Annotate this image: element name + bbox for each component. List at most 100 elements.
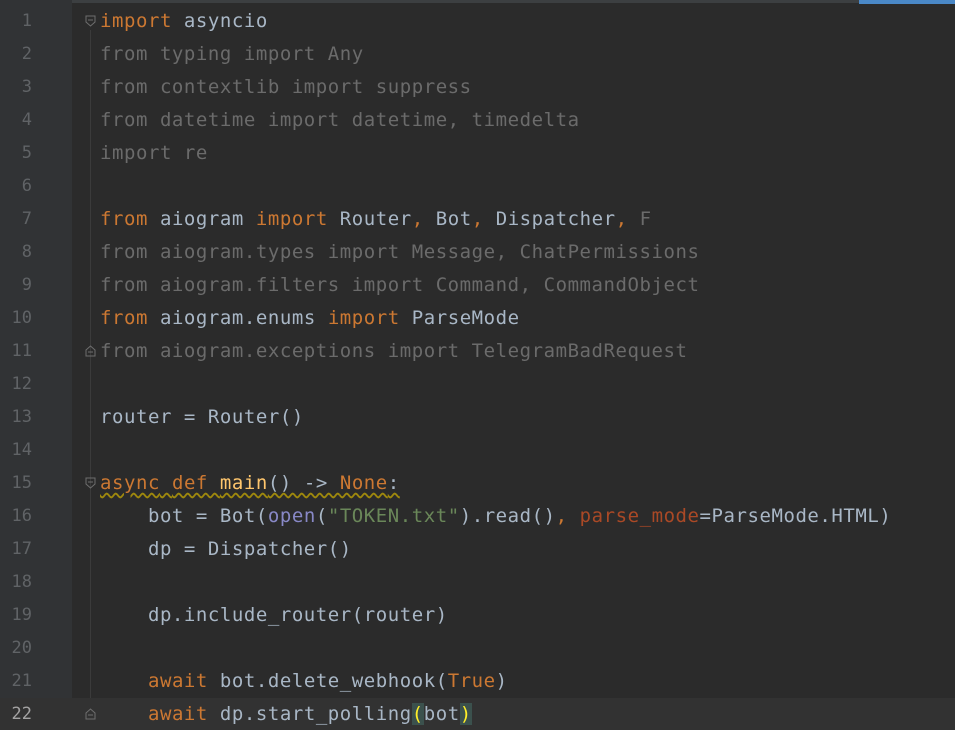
line-number[interactable]: 19 — [0, 599, 32, 632]
code-line[interactable]: 19 dp.include_router(router) — [0, 599, 955, 632]
line-number[interactable]: 14 — [0, 434, 32, 467]
code-text[interactable]: from contextlib import suppress — [100, 71, 472, 104]
line-number[interactable]: 11 — [0, 335, 32, 368]
code-text[interactable]: await bot.delete_webhook(True) — [100, 665, 508, 698]
code-line[interactable]: 21 await bot.delete_webhook(True) — [0, 665, 955, 698]
code-text[interactable]: async def main() -> None: — [100, 467, 400, 500]
line-number[interactable]: 2 — [0, 38, 32, 71]
scroll-indicator[interactable] — [859, 0, 955, 4]
code-text[interactable]: from aiogram.types import Message, ChatP… — [100, 236, 699, 269]
fold-marker-icon[interactable] — [85, 477, 96, 489]
line-number[interactable]: 21 — [0, 665, 32, 698]
line-number[interactable]: 10 — [0, 302, 32, 335]
line-number[interactable]: 13 — [0, 401, 32, 434]
code-text[interactable]: from aiogram.exceptions import TelegramB… — [100, 335, 687, 368]
code-token: Bot — [423, 208, 472, 230]
code-text[interactable]: from typing import Any — [100, 38, 364, 71]
code-token: import — [327, 307, 400, 329]
code-token: ( — [315, 505, 328, 527]
line-number[interactable]: 9 — [0, 269, 32, 302]
code-token: F — [627, 208, 652, 230]
code-line[interactable]: 11 from aiogram.exceptions import Telegra… — [0, 335, 955, 368]
line-number[interactable]: 3 — [0, 71, 32, 104]
code-token: bot.delete_webhook( — [207, 670, 448, 692]
code-token: True — [447, 670, 496, 692]
code-line[interactable]: 1 import asyncio — [0, 5, 955, 38]
code-line[interactable]: 20 — [0, 632, 955, 665]
code-token: , — [471, 208, 484, 230]
code-token: aiogram.enums — [147, 307, 328, 329]
line-number[interactable]: 22 — [0, 698, 32, 730]
code-token: ) — [495, 670, 508, 692]
code-token: =ParseMode.HTML) — [699, 505, 892, 527]
code-token: import — [100, 10, 172, 32]
code-text[interactable]: dp.include_router(router) — [100, 599, 448, 632]
line-number[interactable]: 6 — [0, 170, 32, 203]
code-text[interactable]: import re — [100, 137, 208, 170]
code-token: from aiogram.exceptions import TelegramB… — [100, 340, 688, 362]
line-number[interactable]: 20 — [0, 632, 32, 665]
line-number[interactable]: 5 — [0, 137, 32, 170]
code-text[interactable]: from aiogram.enums import ParseMode — [100, 302, 520, 335]
code-token: from contextlib import suppress — [100, 76, 472, 98]
code-text[interactable]: from datetime import datetime, timedelta — [100, 104, 580, 137]
line-number[interactable]: 17 — [0, 533, 32, 566]
code-token: Router — [327, 208, 412, 230]
code-token: ParseMode — [399, 307, 520, 329]
code-line[interactable]: 4 from datetime import datetime, timedelt… — [0, 104, 955, 137]
code-line[interactable]: 12 — [0, 368, 955, 401]
line-number[interactable]: 18 — [0, 566, 32, 599]
code-line[interactable]: 22 await dp.start_polling(bot) — [0, 698, 955, 730]
code-token: dp.include_router(router) — [100, 604, 448, 626]
code-token: parse_mode — [579, 505, 700, 527]
code-line[interactable]: 18 — [0, 566, 955, 599]
code-token: () -> — [267, 472, 340, 494]
code-line[interactable]: 3 from contextlib import suppress — [0, 71, 955, 104]
code-token: router = Router() — [100, 406, 304, 428]
code-token: def — [171, 472, 208, 494]
code-token: , — [555, 505, 568, 527]
code-line[interactable]: 17 dp = Dispatcher() — [0, 533, 955, 566]
fold-marker-icon[interactable] — [85, 15, 96, 27]
code-text[interactable]: bot = Bot(open("TOKEN.txt").read(), pars… — [100, 500, 891, 533]
code-token: from typing import Any — [100, 43, 364, 65]
line-number[interactable]: 4 — [0, 104, 32, 137]
code-text[interactable]: from aiogram import Router, Bot, Dispatc… — [100, 203, 652, 236]
code-editor[interactable]: 1 import asyncio 2 from typing import Any 3 f… — [0, 0, 955, 730]
code-line[interactable]: 15 async def main() -> None: — [0, 467, 955, 500]
code-text[interactable]: await dp.start_polling(bot) — [100, 698, 472, 730]
code-token: Dispatcher — [483, 208, 616, 230]
line-number[interactable]: 15 — [0, 467, 32, 500]
code-line[interactable]: 6 — [0, 170, 955, 203]
code-line[interactable]: 7 from aiogram import Router, Bot, Dispat… — [0, 203, 955, 236]
code-line[interactable]: 10 from aiogram.enums import ParseMode — [0, 302, 955, 335]
code-token: from — [100, 307, 148, 329]
line-number[interactable]: 16 — [0, 500, 32, 533]
line-number[interactable]: 12 — [0, 368, 32, 401]
code-text[interactable]: import asyncio — [100, 5, 268, 38]
code-token: from — [100, 208, 148, 230]
fold-marker-icon[interactable] — [85, 345, 96, 357]
code-token: None — [339, 472, 388, 494]
code-token: bot — [423, 703, 460, 725]
code-line[interactable]: 13 router = Router() — [0, 401, 955, 434]
code-token: "TOKEN.txt" — [327, 505, 460, 527]
code-text[interactable]: dp = Dispatcher() — [100, 533, 352, 566]
code-line[interactable]: 2 from typing import Any — [0, 38, 955, 71]
code-line[interactable]: 16 bot = Bot(open("TOKEN.txt").read(), p… — [0, 500, 955, 533]
code-token: , — [411, 208, 424, 230]
code-line[interactable]: 8 from aiogram.types import Message, Chat… — [0, 236, 955, 269]
code-line[interactable]: 14 — [0, 434, 955, 467]
line-number[interactable]: 7 — [0, 203, 32, 236]
code-token: from datetime import datetime, timedelta — [100, 109, 580, 131]
line-number[interactable]: 1 — [0, 5, 32, 38]
code-text[interactable]: router = Router() — [100, 401, 304, 434]
code-text[interactable]: from aiogram.filters import Command, Com… — [100, 269, 699, 302]
code-line[interactable]: 5 import re — [0, 137, 955, 170]
code-line[interactable]: 9 from aiogram.filters import Command, Co… — [0, 269, 955, 302]
fold-marker-icon[interactable] — [85, 708, 96, 720]
line-number[interactable]: 8 — [0, 236, 32, 269]
